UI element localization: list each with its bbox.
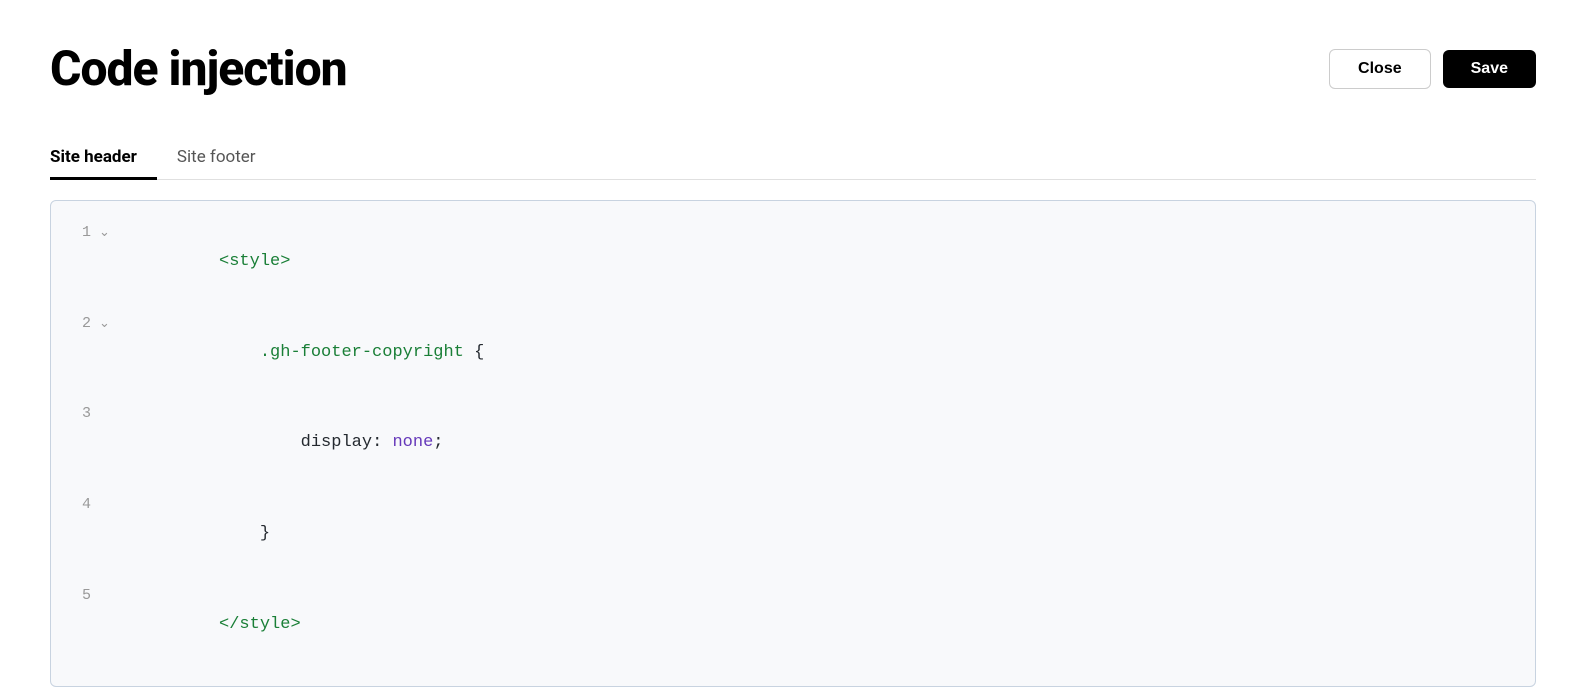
token-property: display: (301, 433, 393, 452)
tabs-row: Site header Site footer (50, 137, 1536, 180)
code-line-4: 4 } (51, 489, 1535, 580)
token-value: none (392, 433, 433, 452)
line-number-2: 2 (51, 311, 99, 337)
line-number-1: 1 (51, 220, 99, 246)
tab-site-footer[interactable]: Site footer (157, 137, 276, 180)
tab-site-header[interactable]: Site header (50, 137, 157, 180)
token-brace-open: { (464, 343, 484, 362)
line-arrow-2: ⌄ (99, 313, 117, 335)
token-class: .gh-footer-copyright (260, 343, 464, 362)
line-content-3: display: none; (117, 400, 1535, 487)
code-line-2: 2 ⌄ .gh-footer-copyright { (51, 308, 1535, 399)
header-row: Code injection Close Save (50, 40, 1536, 97)
line-content-4: } (117, 491, 1535, 578)
token-brace-close: } (260, 524, 270, 543)
code-editor-container[interactable]: 1 ⌄ <style> 2 ⌄ .gh-footer-copyright { 3 (50, 200, 1536, 687)
indent-2 (219, 343, 260, 362)
line-number-5: 5 (51, 583, 99, 609)
indent-3 (219, 433, 301, 452)
line-content-1: <style> (117, 219, 1535, 306)
token-tag: <style> (219, 252, 290, 271)
line-number-4: 4 (51, 492, 99, 518)
save-button[interactable]: Save (1443, 50, 1536, 88)
line-arrow-1: ⌄ (99, 222, 117, 244)
header-actions: Close Save (1329, 49, 1536, 89)
code-line-3: 3 display: none; (51, 398, 1535, 489)
page-title: Code injection (50, 40, 347, 97)
token-close-tag: </style> (219, 615, 301, 634)
line-content-5: </style> (117, 582, 1535, 669)
line-content-2: .gh-footer-copyright { (117, 310, 1535, 397)
page-container: Code injection Close Save Site header Si… (0, 0, 1586, 687)
code-line-1: 1 ⌄ <style> (51, 217, 1535, 308)
close-button[interactable]: Close (1329, 49, 1431, 89)
indent-4 (219, 524, 260, 543)
token-semicolon: ; (433, 433, 443, 452)
code-line-5: 5 </style> (51, 580, 1535, 671)
line-number-3: 3 (51, 401, 99, 427)
code-editor: 1 ⌄ <style> 2 ⌄ .gh-footer-copyright { 3 (51, 201, 1535, 686)
